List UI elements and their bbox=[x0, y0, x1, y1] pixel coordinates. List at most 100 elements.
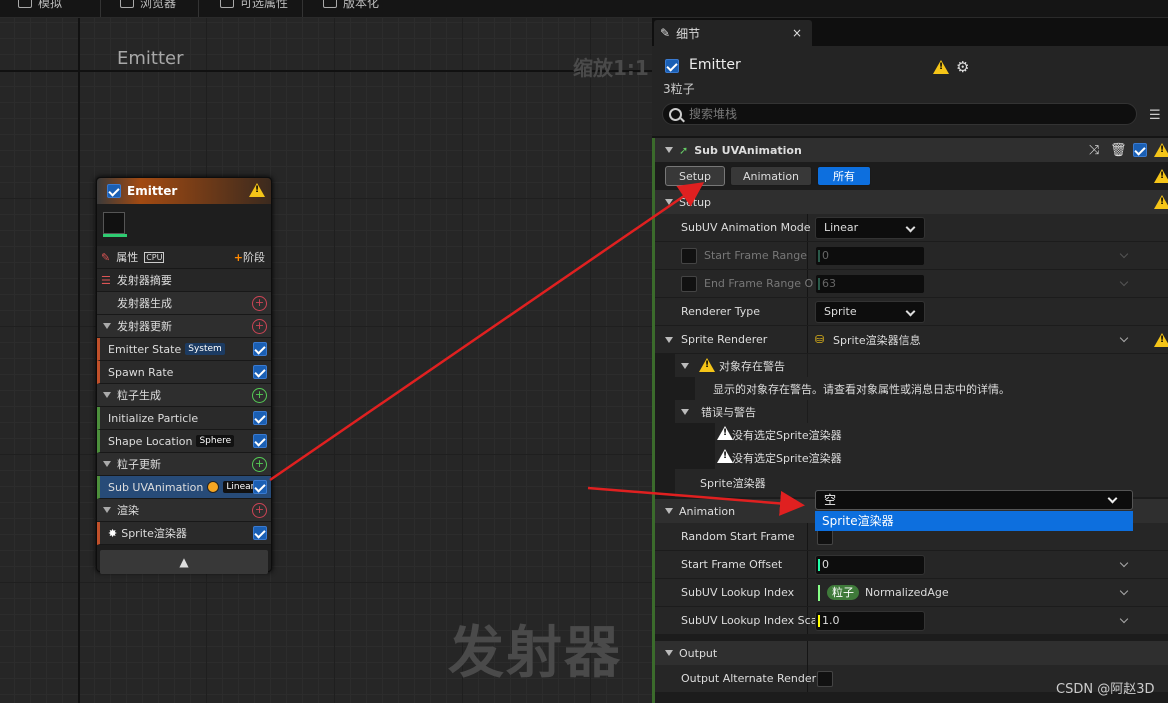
emitter-state-module[interactable]: Emitter State System bbox=[97, 338, 271, 361]
database-icon: ⛁ bbox=[815, 333, 825, 346]
toolbar-browser-button[interactable]: 浏览器 bbox=[120, 0, 176, 10]
sub-uv-animation-module[interactable]: Sub UVAnimation Linear bbox=[97, 476, 271, 499]
renderer-type-select[interactable]: Sprite bbox=[815, 301, 925, 323]
emitter-spawn-row[interactable]: 发射器生成 + bbox=[97, 292, 271, 315]
object-warning-row[interactable]: 对象存在警告 bbox=[655, 354, 1168, 377]
output-alt-checkbox[interactable] bbox=[817, 671, 833, 687]
start-frame-range-field[interactable]: 0 bbox=[815, 246, 925, 266]
props-icon bbox=[220, 0, 234, 8]
sprite-renderer-row[interactable]: Sprite Renderer ⛁ Sprite渲染器信息 bbox=[655, 326, 1168, 354]
expand-icon[interactable] bbox=[1119, 277, 1129, 287]
emitter-node[interactable]: Emitter ✎ 属性 CPU +阶段 ☰ 发射器摘要 发射器生成 + 发射器… bbox=[96, 177, 272, 574]
module-header[interactable]: ➚ Sub UVAnimation ⤨ 🗑 bbox=[655, 138, 1168, 162]
collapse-arrow-icon[interactable] bbox=[665, 147, 673, 153]
gear-icon[interactable]: ⚙ bbox=[956, 58, 969, 76]
toolbar-optional-props-button[interactable]: 可选属性 bbox=[220, 0, 288, 10]
collapse-arrow-icon[interactable] bbox=[665, 336, 673, 343]
output-category[interactable]: Output bbox=[655, 641, 1168, 665]
initialize-particle-module[interactable]: Initialize Particle bbox=[97, 407, 271, 430]
details-tab[interactable]: ✎ 细节 × bbox=[654, 20, 812, 46]
error-row: 没有选定Sprite渲染器 bbox=[655, 423, 1168, 446]
collapse-arrow-icon[interactable] bbox=[103, 323, 111, 329]
collapse-arrow-icon[interactable] bbox=[103, 392, 111, 398]
render-row[interactable]: 渲染 + bbox=[97, 499, 271, 522]
collapse-node-button[interactable]: ▲ bbox=[100, 550, 268, 574]
toolbar-simulate-button[interactable]: 模拟 bbox=[18, 0, 62, 10]
warning-icon bbox=[1154, 143, 1168, 157]
browser-icon bbox=[120, 0, 134, 8]
sprite-renderer-dropdown[interactable]: 空 bbox=[815, 490, 1133, 510]
collapse-arrow-icon[interactable] bbox=[665, 199, 673, 205]
details-panel: ✎ 细节 × Emitter ⚙ 3粒子 搜索堆栈 ☰ ➚ Sub UVAnim… bbox=[652, 18, 1168, 703]
close-icon[interactable]: × bbox=[792, 26, 802, 40]
module-enable-checkbox[interactable] bbox=[253, 526, 267, 540]
collapse-arrow-icon[interactable] bbox=[681, 362, 689, 369]
sprite-renderer-module[interactable]: ✸ Sprite渲染器 bbox=[97, 522, 271, 545]
start-offset-row: Start Frame Offset 0 bbox=[655, 551, 1168, 579]
simulate-icon bbox=[18, 0, 32, 8]
toolbar-versioning-button[interactable]: 版本化 bbox=[323, 0, 379, 10]
emitter-enable-checkbox[interactable] bbox=[107, 184, 121, 198]
node-header[interactable]: Emitter bbox=[97, 178, 271, 204]
module-enable-checkbox[interactable] bbox=[253, 365, 267, 379]
end-frame-range-checkbox[interactable] bbox=[681, 276, 697, 292]
add-module-icon[interactable]: + bbox=[252, 318, 267, 334]
module-enable-checkbox[interactable] bbox=[1133, 143, 1147, 157]
add-module-icon[interactable]: + bbox=[252, 387, 267, 403]
start-frame-range-row: Start Frame Range 0 bbox=[655, 242, 1168, 270]
plus-icon: + bbox=[233, 251, 243, 264]
tab-all[interactable]: 所有 bbox=[817, 166, 871, 186]
module-enable-checkbox[interactable] bbox=[253, 480, 267, 494]
subuv-mode-select[interactable]: Linear bbox=[815, 217, 925, 239]
collapse-arrow-icon[interactable] bbox=[665, 508, 673, 514]
spawn-rate-module[interactable]: Spawn Rate bbox=[97, 361, 271, 384]
source-watermark: CSDN @阿赵3D bbox=[1056, 682, 1155, 697]
emitter-update-row[interactable]: 发射器更新 + bbox=[97, 315, 271, 338]
lookup-scale-field[interactable]: 1.0 bbox=[815, 611, 925, 631]
shape-location-module[interactable]: Shape Location Sphere bbox=[97, 430, 271, 453]
start-offset-field[interactable]: 0 bbox=[815, 555, 925, 575]
node-summary-row[interactable]: ☰ 发射器摘要 bbox=[97, 269, 271, 292]
end-frame-range-field[interactable]: 63 bbox=[815, 274, 925, 294]
filter-tabs: Setup Animation 所有 bbox=[655, 164, 1168, 188]
shuffle-icon[interactable]: ⤨ bbox=[1089, 143, 1099, 158]
particle-spawn-row[interactable]: 粒子生成 + bbox=[97, 384, 271, 407]
expand-icon[interactable] bbox=[1119, 558, 1129, 568]
warning-icon bbox=[717, 449, 733, 463]
lookup-value: NormalizedAge bbox=[865, 586, 949, 599]
graph-watermark: 发射器 bbox=[448, 621, 622, 686]
warning-icon bbox=[249, 183, 265, 197]
warning-icon bbox=[1154, 169, 1168, 183]
graph-title: Emitter bbox=[117, 48, 184, 69]
collapse-arrow-icon[interactable] bbox=[103, 461, 111, 467]
add-module-icon[interactable]: + bbox=[252, 295, 267, 311]
tab-animation[interactable]: Animation bbox=[730, 166, 812, 186]
expand-icon[interactable] bbox=[1119, 614, 1129, 624]
add-stage-button[interactable]: +阶段 bbox=[234, 249, 265, 265]
emitter-enable-checkbox[interactable] bbox=[665, 59, 679, 73]
errors-warnings-row[interactable]: 错误与警告 bbox=[655, 400, 1168, 423]
dropdown-option-sprite-renderer[interactable]: Sprite渲染器 bbox=[815, 511, 1133, 531]
collapse-arrow-icon[interactable] bbox=[665, 650, 673, 656]
expand-icon[interactable] bbox=[1119, 333, 1129, 343]
trash-icon[interactable]: 🗑 bbox=[1110, 143, 1127, 158]
collapse-arrow-icon[interactable] bbox=[103, 507, 111, 513]
node-properties-row[interactable]: ✎ 属性 CPU +阶段 bbox=[97, 246, 271, 269]
start-frame-range-checkbox[interactable] bbox=[681, 248, 697, 264]
add-module-icon[interactable]: + bbox=[252, 502, 267, 518]
expand-icon[interactable] bbox=[1119, 586, 1129, 596]
expand-icon[interactable] bbox=[1119, 249, 1129, 259]
setup-category[interactable]: Setup bbox=[655, 190, 1168, 214]
tab-setup[interactable]: Setup bbox=[665, 166, 725, 186]
module-enable-checkbox[interactable] bbox=[253, 342, 267, 356]
add-module-icon[interactable]: + bbox=[252, 456, 267, 472]
module-enable-checkbox[interactable] bbox=[253, 411, 267, 425]
node-thumbnail bbox=[97, 204, 271, 246]
particle-update-row[interactable]: 粒子更新 + bbox=[97, 453, 271, 476]
particle-pill[interactable]: 粒子 bbox=[827, 585, 859, 600]
search-input[interactable]: 搜索堆栈 bbox=[662, 103, 1137, 125]
filter-icon[interactable]: ☰ bbox=[1149, 108, 1163, 123]
collapse-arrow-icon[interactable] bbox=[681, 408, 689, 415]
random-start-checkbox[interactable] bbox=[817, 529, 833, 545]
module-enable-checkbox[interactable] bbox=[253, 434, 267, 448]
